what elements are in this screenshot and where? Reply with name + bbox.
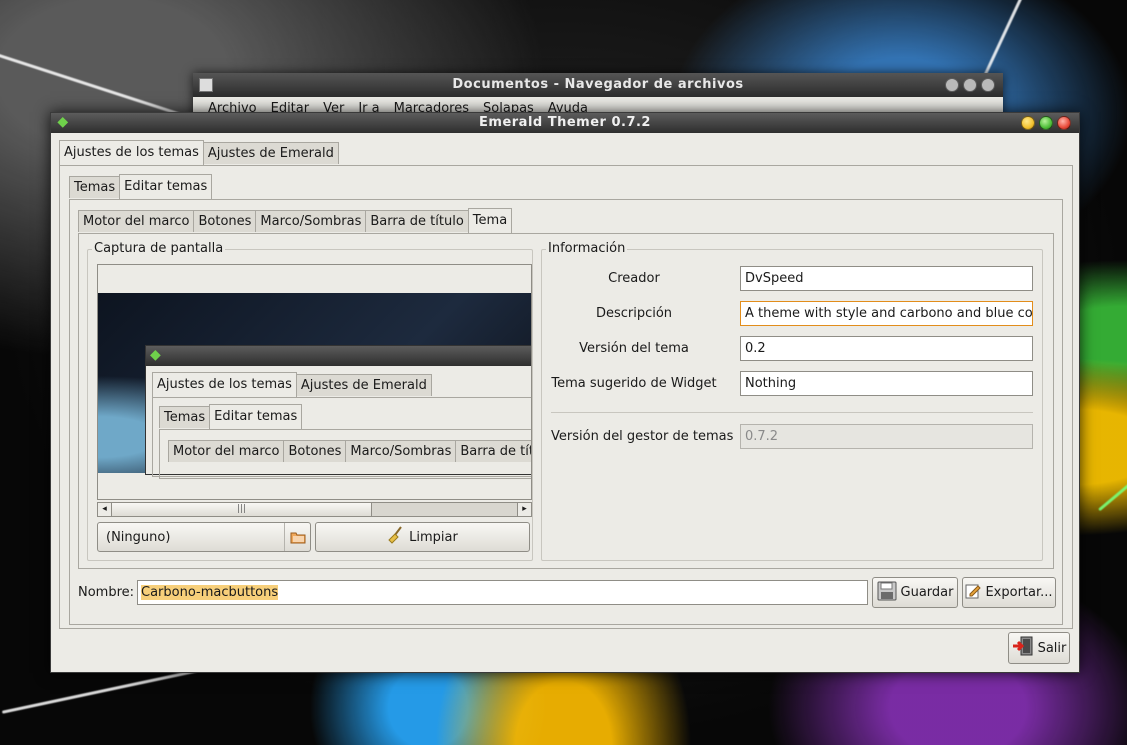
sub-tab-panel: Motor del marco Botones Marco/Sombras Ba… bbox=[69, 199, 1063, 625]
wallpaper-streak bbox=[1, 669, 199, 714]
tab-marco-sombras[interactable]: Marco/Sombras bbox=[255, 210, 367, 232]
tab-motor-marco[interactable]: Motor del marco bbox=[78, 210, 195, 232]
info-frame: Información Creador DvSpeed Descripción … bbox=[541, 241, 1043, 561]
sub-tabs: Temas Editar temas bbox=[69, 174, 213, 199]
preview-sub-panel: Motor del marco Botones Marco/Sombras Ba… bbox=[159, 429, 531, 479]
widget-theme-label: Tema sugerido de Widget bbox=[551, 376, 717, 391]
tema-panel: Captura de pantalla ◆ Ajustes de los tem… bbox=[78, 233, 1054, 569]
save-button-label: Guardar bbox=[900, 585, 954, 600]
preview-emerald-icon: ◆ bbox=[150, 347, 161, 363]
scroll-right-icon[interactable]: ▸ bbox=[517, 503, 531, 516]
theme-version-label: Versión del tema bbox=[579, 341, 689, 356]
preview-main-panel: Temas Editar temas Motor del marco Boton… bbox=[152, 397, 531, 479]
preview-sub-tabs: Temas Editar temas bbox=[159, 404, 303, 429]
edit-document-icon bbox=[965, 583, 982, 603]
creator-label: Creador bbox=[608, 271, 660, 286]
description-field[interactable]: A theme with style and carbono and blue … bbox=[740, 301, 1033, 326]
export-button[interactable]: Exportar... bbox=[962, 577, 1056, 608]
quit-button-label: Salir bbox=[1037, 640, 1067, 656]
tab-barra-titulo[interactable]: Barra de título bbox=[365, 210, 469, 232]
preview-tab-editar-temas: Editar temas bbox=[209, 404, 303, 429]
file-chooser-label: (Ninguno) bbox=[106, 529, 171, 545]
bg-minimize-button[interactable] bbox=[945, 78, 959, 92]
minimize-button[interactable] bbox=[1021, 116, 1035, 130]
description-label: Descripción bbox=[595, 306, 673, 321]
clear-button[interactable]: Limpiar bbox=[315, 522, 530, 552]
widget-theme-field[interactable]: Nothing bbox=[740, 371, 1033, 396]
preview-tab-motor-marco: Motor del marco bbox=[168, 440, 285, 462]
bg-close-button[interactable] bbox=[981, 78, 995, 92]
emerald-themer-window: ◆ Emerald Themer 0.7.2 Ajustes de los te… bbox=[50, 112, 1080, 673]
creator-field[interactable]: DvSpeed bbox=[740, 266, 1033, 291]
preview-window: ◆ Ajustes de los temas Ajustes de Emeral… bbox=[145, 345, 531, 479]
edit-tabs: Motor del marco Botones Marco/Sombras Ba… bbox=[78, 208, 513, 233]
name-field-value: Carbono-macbuttons bbox=[141, 585, 279, 600]
screenshot-file-chooser[interactable]: (Ninguno) bbox=[97, 522, 311, 552]
info-separator bbox=[551, 412, 1033, 413]
manager-version-field: 0.7.2 bbox=[740, 424, 1033, 449]
broom-icon bbox=[387, 526, 405, 548]
emerald-gem-icon: ◆ bbox=[57, 114, 69, 130]
maximize-button[interactable] bbox=[1039, 116, 1053, 130]
tab-tema[interactable]: Tema bbox=[467, 208, 513, 233]
file-browser-icon bbox=[199, 78, 213, 92]
tab-ajustes-temas[interactable]: Ajustes de los temas bbox=[59, 140, 204, 165]
name-label: Nombre: bbox=[78, 585, 135, 600]
save-button[interactable]: Guardar bbox=[872, 577, 958, 608]
name-field[interactable]: Carbono-macbuttons bbox=[137, 580, 868, 605]
screenshot-preview: ◆ Ajustes de los temas Ajustes de Emeral… bbox=[97, 264, 532, 500]
window-titlebar[interactable]: ◆ Emerald Themer 0.7.2 bbox=[51, 113, 1079, 133]
preview-tab-ajustes-emerald: Ajustes de Emerald bbox=[295, 374, 432, 396]
file-browser-titlebar[interactable]: Documentos - Navegador de archivos bbox=[193, 73, 1003, 97]
preview-edit-tabs: Motor del marco Botones Marco/Sombras Ba… bbox=[168, 440, 531, 462]
preview-tab-temas: Temas bbox=[159, 406, 211, 428]
screenshot-frame-label: Captura de pantalla bbox=[92, 241, 226, 256]
bg-maximize-button[interactable] bbox=[963, 78, 977, 92]
preview-tab-barra-titulo: Barra de títu bbox=[455, 440, 531, 462]
folder-open-icon bbox=[284, 523, 310, 551]
theme-version-field[interactable]: 0.2 bbox=[740, 336, 1033, 361]
scroll-thumb[interactable]: ||| bbox=[112, 503, 372, 516]
wallpaper-streak bbox=[1098, 431, 1127, 512]
preview-tab-marco-sombras: Marco/Sombras bbox=[345, 440, 457, 462]
tab-ajustes-emerald[interactable]: Ajustes de Emerald bbox=[202, 142, 339, 164]
tab-editar-temas[interactable]: Editar temas bbox=[119, 174, 213, 199]
window-title: Emerald Themer 0.7.2 bbox=[479, 115, 651, 130]
preview-titlebar: ◆ bbox=[146, 346, 531, 366]
file-browser-title: Documentos - Navegador de archivos bbox=[452, 77, 744, 92]
clear-button-label: Limpiar bbox=[409, 529, 458, 545]
preview-tab-ajustes-temas: Ajustes de los temas bbox=[152, 372, 297, 397]
screenshot-frame: Captura de pantalla ◆ Ajustes de los tem… bbox=[87, 241, 533, 561]
close-button[interactable] bbox=[1057, 116, 1071, 130]
export-button-label: Exportar... bbox=[985, 585, 1053, 600]
info-frame-label: Información bbox=[546, 241, 628, 256]
quit-button[interactable]: Salir bbox=[1008, 632, 1070, 664]
main-tab-panel: Temas Editar temas Motor del marco Boton… bbox=[59, 165, 1073, 629]
manager-version-label: Versión del gestor de temas bbox=[551, 429, 734, 444]
preview-main-tabs: Ajustes de los temas Ajustes de Emerald bbox=[152, 372, 432, 397]
floppy-disk-icon bbox=[877, 581, 897, 605]
preview-tab-botones: Botones bbox=[283, 440, 347, 462]
exit-icon bbox=[1012, 636, 1034, 660]
scroll-left-icon[interactable]: ◂ bbox=[98, 503, 112, 516]
main-tabs: Ajustes de los temas Ajustes de Emerald bbox=[59, 140, 339, 165]
tab-botones[interactable]: Botones bbox=[193, 210, 257, 232]
preview-scrollbar[interactable]: ◂ ||| ▸ bbox=[97, 502, 532, 517]
tab-temas[interactable]: Temas bbox=[69, 176, 121, 198]
